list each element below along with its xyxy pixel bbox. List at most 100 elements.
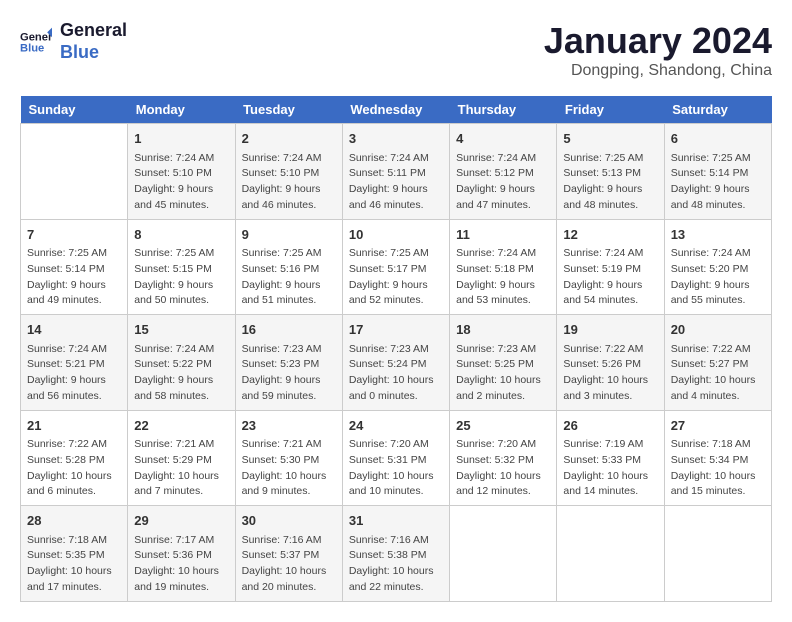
day-number: 14 bbox=[27, 320, 121, 340]
day-number: 22 bbox=[134, 416, 228, 436]
col-header-friday: Friday bbox=[557, 96, 664, 124]
day-number: 28 bbox=[27, 511, 121, 531]
calendar-cell bbox=[21, 124, 128, 220]
day-number: 15 bbox=[134, 320, 228, 340]
day-number: 13 bbox=[671, 225, 765, 245]
day-info: Sunrise: 7:20 AMSunset: 5:31 PMDaylight:… bbox=[349, 437, 443, 500]
day-number: 5 bbox=[563, 129, 657, 149]
calendar-cell: 10Sunrise: 7:25 AMSunset: 5:17 PMDayligh… bbox=[342, 219, 449, 315]
calendar-cell: 29Sunrise: 7:17 AMSunset: 5:36 PMDayligh… bbox=[128, 506, 235, 602]
day-info: Sunrise: 7:24 AMSunset: 5:21 PMDaylight:… bbox=[27, 342, 121, 405]
calendar-cell: 4Sunrise: 7:24 AMSunset: 5:12 PMDaylight… bbox=[450, 124, 557, 220]
day-info: Sunrise: 7:23 AMSunset: 5:24 PMDaylight:… bbox=[349, 342, 443, 405]
page-header: General Blue General Blue January 2024 D… bbox=[20, 20, 772, 80]
day-info: Sunrise: 7:25 AMSunset: 5:13 PMDaylight:… bbox=[563, 151, 657, 214]
calendar-cell: 13Sunrise: 7:24 AMSunset: 5:20 PMDayligh… bbox=[664, 219, 771, 315]
day-number: 27 bbox=[671, 416, 765, 436]
day-info: Sunrise: 7:22 AMSunset: 5:28 PMDaylight:… bbox=[27, 437, 121, 500]
calendar-week-2: 7Sunrise: 7:25 AMSunset: 5:14 PMDaylight… bbox=[21, 219, 772, 315]
col-header-tuesday: Tuesday bbox=[235, 96, 342, 124]
day-info: Sunrise: 7:20 AMSunset: 5:32 PMDaylight:… bbox=[456, 437, 550, 500]
day-number: 23 bbox=[242, 416, 336, 436]
day-info: Sunrise: 7:22 AMSunset: 5:26 PMDaylight:… bbox=[563, 342, 657, 405]
logo-text-line1: General bbox=[60, 20, 127, 42]
day-info: Sunrise: 7:16 AMSunset: 5:37 PMDaylight:… bbox=[242, 533, 336, 596]
col-header-sunday: Sunday bbox=[21, 96, 128, 124]
logo-text-line2: Blue bbox=[60, 42, 127, 64]
title-block: January 2024 Dongping, Shandong, China bbox=[544, 20, 772, 80]
calendar-subtitle: Dongping, Shandong, China bbox=[544, 62, 772, 80]
calendar-cell: 16Sunrise: 7:23 AMSunset: 5:23 PMDayligh… bbox=[235, 315, 342, 411]
svg-text:Blue: Blue bbox=[20, 42, 44, 54]
day-info: Sunrise: 7:25 AMSunset: 5:14 PMDaylight:… bbox=[27, 246, 121, 309]
col-header-thursday: Thursday bbox=[450, 96, 557, 124]
calendar-cell: 24Sunrise: 7:20 AMSunset: 5:31 PMDayligh… bbox=[342, 410, 449, 506]
calendar-cell: 2Sunrise: 7:24 AMSunset: 5:10 PMDaylight… bbox=[235, 124, 342, 220]
calendar-cell: 28Sunrise: 7:18 AMSunset: 5:35 PMDayligh… bbox=[21, 506, 128, 602]
calendar-week-4: 21Sunrise: 7:22 AMSunset: 5:28 PMDayligh… bbox=[21, 410, 772, 506]
day-number: 17 bbox=[349, 320, 443, 340]
calendar-title: January 2024 bbox=[544, 20, 772, 62]
calendar-cell: 1Sunrise: 7:24 AMSunset: 5:10 PMDaylight… bbox=[128, 124, 235, 220]
calendar-cell: 7Sunrise: 7:25 AMSunset: 5:14 PMDaylight… bbox=[21, 219, 128, 315]
day-info: Sunrise: 7:23 AMSunset: 5:23 PMDaylight:… bbox=[242, 342, 336, 405]
day-info: Sunrise: 7:19 AMSunset: 5:33 PMDaylight:… bbox=[563, 437, 657, 500]
calendar-cell bbox=[557, 506, 664, 602]
calendar-cell: 22Sunrise: 7:21 AMSunset: 5:29 PMDayligh… bbox=[128, 410, 235, 506]
day-number: 4 bbox=[456, 129, 550, 149]
header-row: SundayMondayTuesdayWednesdayThursdayFrid… bbox=[21, 96, 772, 124]
day-info: Sunrise: 7:21 AMSunset: 5:30 PMDaylight:… bbox=[242, 437, 336, 500]
day-info: Sunrise: 7:21 AMSunset: 5:29 PMDaylight:… bbox=[134, 437, 228, 500]
calendar-cell: 30Sunrise: 7:16 AMSunset: 5:37 PMDayligh… bbox=[235, 506, 342, 602]
day-number: 21 bbox=[27, 416, 121, 436]
day-info: Sunrise: 7:24 AMSunset: 5:18 PMDaylight:… bbox=[456, 246, 550, 309]
day-number: 10 bbox=[349, 225, 443, 245]
calendar-cell: 14Sunrise: 7:24 AMSunset: 5:21 PMDayligh… bbox=[21, 315, 128, 411]
day-info: Sunrise: 7:24 AMSunset: 5:12 PMDaylight:… bbox=[456, 151, 550, 214]
day-info: Sunrise: 7:24 AMSunset: 5:10 PMDaylight:… bbox=[134, 151, 228, 214]
day-info: Sunrise: 7:18 AMSunset: 5:35 PMDaylight:… bbox=[27, 533, 121, 596]
day-number: 16 bbox=[242, 320, 336, 340]
day-info: Sunrise: 7:17 AMSunset: 5:36 PMDaylight:… bbox=[134, 533, 228, 596]
day-info: Sunrise: 7:23 AMSunset: 5:25 PMDaylight:… bbox=[456, 342, 550, 405]
calendar-cell: 5Sunrise: 7:25 AMSunset: 5:13 PMDaylight… bbox=[557, 124, 664, 220]
day-number: 30 bbox=[242, 511, 336, 531]
day-info: Sunrise: 7:22 AMSunset: 5:27 PMDaylight:… bbox=[671, 342, 765, 405]
day-info: Sunrise: 7:25 AMSunset: 5:14 PMDaylight:… bbox=[671, 151, 765, 214]
calendar-week-5: 28Sunrise: 7:18 AMSunset: 5:35 PMDayligh… bbox=[21, 506, 772, 602]
calendar-cell: 8Sunrise: 7:25 AMSunset: 5:15 PMDaylight… bbox=[128, 219, 235, 315]
col-header-monday: Monday bbox=[128, 96, 235, 124]
day-number: 9 bbox=[242, 225, 336, 245]
calendar-cell: 21Sunrise: 7:22 AMSunset: 5:28 PMDayligh… bbox=[21, 410, 128, 506]
calendar-cell: 27Sunrise: 7:18 AMSunset: 5:34 PMDayligh… bbox=[664, 410, 771, 506]
day-number: 8 bbox=[134, 225, 228, 245]
col-header-saturday: Saturday bbox=[664, 96, 771, 124]
day-number: 1 bbox=[134, 129, 228, 149]
day-info: Sunrise: 7:24 AMSunset: 5:10 PMDaylight:… bbox=[242, 151, 336, 214]
day-number: 12 bbox=[563, 225, 657, 245]
calendar-week-1: 1Sunrise: 7:24 AMSunset: 5:10 PMDaylight… bbox=[21, 124, 772, 220]
day-number: 25 bbox=[456, 416, 550, 436]
day-number: 24 bbox=[349, 416, 443, 436]
calendar-cell: 26Sunrise: 7:19 AMSunset: 5:33 PMDayligh… bbox=[557, 410, 664, 506]
day-info: Sunrise: 7:24 AMSunset: 5:20 PMDaylight:… bbox=[671, 246, 765, 309]
calendar-cell: 11Sunrise: 7:24 AMSunset: 5:18 PMDayligh… bbox=[450, 219, 557, 315]
calendar-cell: 3Sunrise: 7:24 AMSunset: 5:11 PMDaylight… bbox=[342, 124, 449, 220]
calendar-cell: 15Sunrise: 7:24 AMSunset: 5:22 PMDayligh… bbox=[128, 315, 235, 411]
calendar-cell bbox=[664, 506, 771, 602]
day-info: Sunrise: 7:25 AMSunset: 5:15 PMDaylight:… bbox=[134, 246, 228, 309]
day-number: 31 bbox=[349, 511, 443, 531]
day-info: Sunrise: 7:24 AMSunset: 5:19 PMDaylight:… bbox=[563, 246, 657, 309]
calendar-cell: 18Sunrise: 7:23 AMSunset: 5:25 PMDayligh… bbox=[450, 315, 557, 411]
day-info: Sunrise: 7:25 AMSunset: 5:17 PMDaylight:… bbox=[349, 246, 443, 309]
calendar-cell: 12Sunrise: 7:24 AMSunset: 5:19 PMDayligh… bbox=[557, 219, 664, 315]
calendar-table: SundayMondayTuesdayWednesdayThursdayFrid… bbox=[20, 96, 772, 602]
day-number: 20 bbox=[671, 320, 765, 340]
day-info: Sunrise: 7:24 AMSunset: 5:22 PMDaylight:… bbox=[134, 342, 228, 405]
calendar-cell: 19Sunrise: 7:22 AMSunset: 5:26 PMDayligh… bbox=[557, 315, 664, 411]
day-info: Sunrise: 7:18 AMSunset: 5:34 PMDaylight:… bbox=[671, 437, 765, 500]
day-number: 18 bbox=[456, 320, 550, 340]
calendar-cell bbox=[450, 506, 557, 602]
day-info: Sunrise: 7:16 AMSunset: 5:38 PMDaylight:… bbox=[349, 533, 443, 596]
day-info: Sunrise: 7:25 AMSunset: 5:16 PMDaylight:… bbox=[242, 246, 336, 309]
